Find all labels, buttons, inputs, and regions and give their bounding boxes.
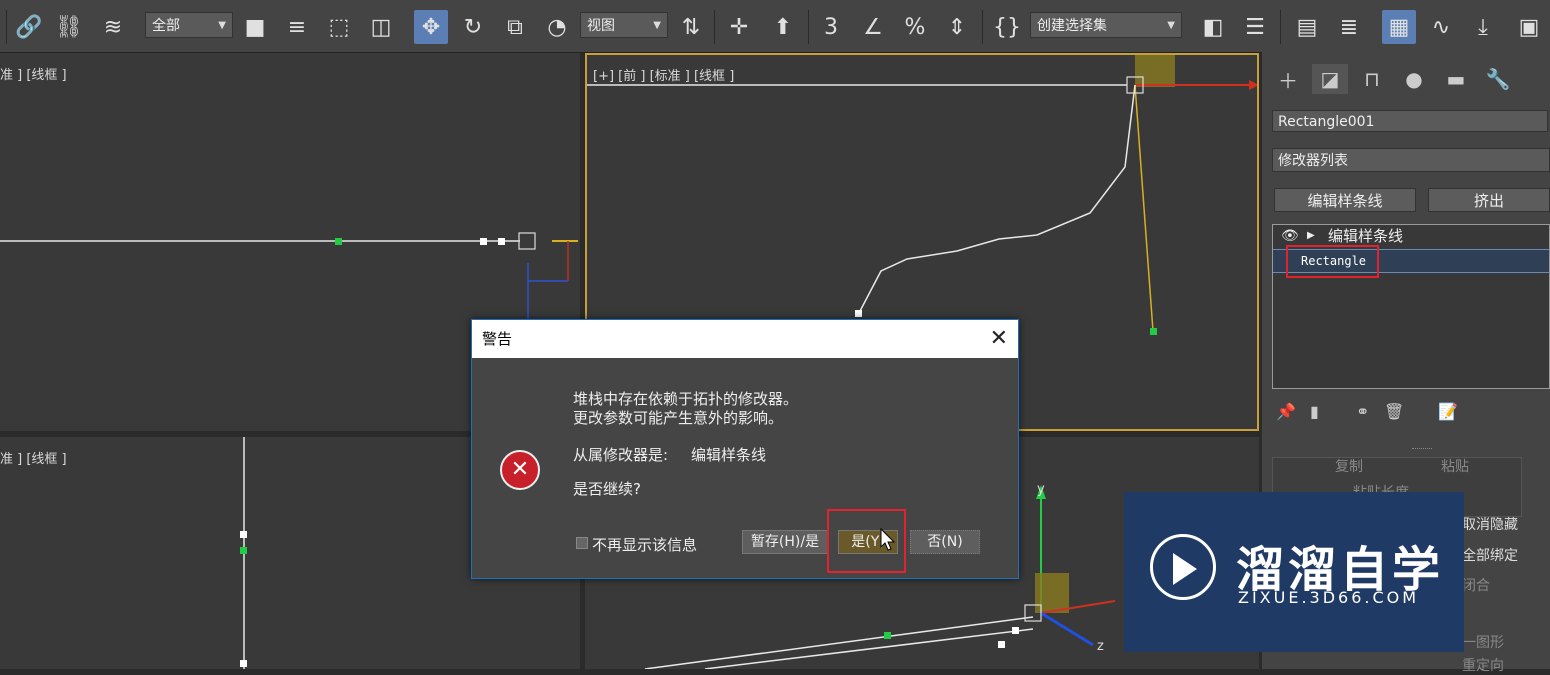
- no-button[interactable]: 否(N): [910, 530, 980, 554]
- schematic-view-icon[interactable]: ⤓: [1466, 10, 1500, 44]
- axis-z-label: z: [1097, 639, 1104, 654]
- display-tab-icon[interactable]: ▬: [1438, 64, 1474, 94]
- utilities-tab-icon[interactable]: 🔧: [1480, 64, 1516, 94]
- mirror-icon[interactable]: ◧: [1196, 10, 1230, 44]
- align-icon[interactable]: ☰: [1238, 10, 1272, 44]
- selection-filter-value: 全部: [152, 18, 180, 34]
- paste-button[interactable]: 粘贴: [1441, 456, 1469, 476]
- continue-question: 是否继续?: [573, 480, 641, 498]
- named-selection-set-dropdown[interactable]: 创建选择集 ▼: [1030, 12, 1182, 38]
- axis-y-label: y: [1037, 482, 1045, 497]
- hierarchy-tab-icon[interactable]: ⊓: [1354, 64, 1390, 94]
- snaps-toggle-label: 3: [824, 14, 838, 40]
- modifier-list-dropdown[interactable]: 修改器列表: [1272, 148, 1550, 172]
- unlink-selection-icon[interactable]: ⛓: [52, 10, 86, 44]
- motion-tab-icon[interactable]: ●: [1396, 64, 1432, 94]
- toolbar-separator: [808, 10, 809, 44]
- reorient-option[interactable]: 重定向: [1462, 655, 1504, 675]
- configure-sets-icon[interactable]: 📝: [1438, 402, 1458, 421]
- chevron-down-icon: ▼: [653, 20, 661, 31]
- percent-snap-icon[interactable]: %: [898, 10, 932, 44]
- copy-button[interactable]: 复制: [1335, 456, 1363, 476]
- rectangular-selection-icon[interactable]: ⬚: [322, 10, 356, 44]
- select-and-rotate-icon[interactable]: ↻: [456, 10, 490, 44]
- stack-item-label: 编辑样条线: [1328, 227, 1404, 245]
- hold-yes-button[interactable]: 暂存(H)/是: [742, 530, 828, 554]
- show-end-result-icon[interactable]: ▮: [1310, 402, 1319, 421]
- material-editor-icon[interactable]: ▣: [1512, 10, 1546, 44]
- angle-snap-icon[interactable]: ∠: [856, 10, 890, 44]
- toolbar-separator: [714, 10, 715, 44]
- mouse-cursor-icon: [880, 528, 896, 551]
- dependent-modifier-label: 从属修改器是:: [573, 446, 669, 464]
- edit-spline-button[interactable]: 编辑样条线: [1274, 188, 1416, 212]
- object-name-value: Rectangle001: [1278, 114, 1375, 130]
- object-name-input[interactable]: Rectangle001: [1272, 110, 1548, 132]
- reference-coordinate-dropdown[interactable]: 视图 ▼: [580, 12, 668, 38]
- snaps-toggle-icon[interactable]: 3: [814, 10, 848, 44]
- extrude-button[interactable]: 挤出: [1428, 188, 1550, 212]
- dialog-titlebar[interactable]: 警告 ✕: [472, 320, 1018, 358]
- watermark-url: ZIXUE.3D66.COM: [1238, 588, 1420, 607]
- panel-resize-grip[interactable]: [1412, 448, 1432, 452]
- select-and-move-icon[interactable]: ✥: [414, 10, 448, 44]
- toolbar-separator: [6, 10, 7, 44]
- watermark: 溜溜自学 ZIXUE.3D66.COM: [1124, 492, 1464, 652]
- place-icon[interactable]: ◔: [540, 10, 574, 44]
- dialog-message-line1: 堆栈中存在依赖于拓扑的修改器。: [573, 390, 799, 408]
- layer-explorer-icon[interactable]: ≣: [1332, 10, 1366, 44]
- dependent-modifier-value: 编辑样条线: [691, 446, 767, 464]
- chevron-down-icon: ▼: [1167, 20, 1175, 31]
- highlight-box-rectangle: [1286, 245, 1379, 278]
- pivot-center-icon[interactable]: ⇅: [674, 10, 708, 44]
- toolbar-separator: [982, 10, 983, 44]
- error-icon: ✕: [500, 450, 540, 490]
- toggle-ribbon-icon[interactable]: ▦: [1382, 10, 1416, 44]
- window-crossing-icon[interactable]: ◫: [364, 10, 398, 44]
- unbind-all-button[interactable]: 全部绑定: [1462, 545, 1518, 565]
- select-and-link-icon[interactable]: 🔗: [12, 10, 46, 44]
- edit-named-selection-icon[interactable]: {}: [990, 10, 1024, 44]
- command-panel-tabs: ＋ ◪ ⊓ ● ▬ 🔧: [1270, 64, 1550, 94]
- chevron-down-icon: ▼: [218, 20, 226, 31]
- bind-to-space-warp-icon[interactable]: ≋: [96, 10, 130, 44]
- unhide-all-button[interactable]: 取消隐藏: [1462, 514, 1518, 534]
- main-toolbar: 🔗 ⛓ ≋ 全部 ▼ ■ ≡ ⬚ ◫ ✥ ↻ ⧉ ◔ 视图 ▼ ⇅ ✛ ⬆ 3 …: [0, 0, 1550, 53]
- modify-tab-icon[interactable]: ◪: [1312, 64, 1348, 94]
- pin-stack-icon[interactable]: 📌: [1276, 402, 1296, 421]
- create-tab-icon[interactable]: ＋: [1270, 64, 1306, 94]
- select-by-name-icon[interactable]: ≡: [280, 10, 314, 44]
- expand-triangle-icon[interactable]: ▶: [1307, 225, 1315, 247]
- curve-editor-icon[interactable]: ∿: [1424, 10, 1458, 44]
- reference-coordinate-value: 视图: [587, 18, 615, 34]
- spinner-snap-icon[interactable]: ⇕: [940, 10, 974, 44]
- keyboard-shortcut-override-icon[interactable]: ⬆: [766, 10, 800, 44]
- selection-filter-dropdown[interactable]: 全部 ▼: [145, 12, 233, 38]
- stack-item-edit-spline[interactable]: 👁 ▶ 编辑样条线: [1273, 225, 1549, 247]
- dont-show-again-checkbox[interactable]: [576, 537, 588, 549]
- select-manipulate-icon[interactable]: ✛: [722, 10, 756, 44]
- select-and-scale-icon[interactable]: ⧉: [498, 10, 532, 44]
- close-button[interactable]: 闭合: [1462, 575, 1490, 595]
- modifier-list-label: 修改器列表: [1278, 153, 1348, 169]
- toolbar-separator: [1280, 10, 1281, 44]
- close-icon[interactable]: ✕: [990, 320, 1008, 358]
- eye-icon[interactable]: 👁: [1281, 225, 1299, 247]
- shape-option[interactable]: 一图形: [1462, 632, 1504, 652]
- make-unique-icon[interactable]: ⚭: [1356, 402, 1369, 421]
- dont-show-again-label[interactable]: 不再显示该信息: [592, 534, 697, 555]
- warning-dialog: 警告 ✕ ✕ 堆栈中存在依赖于拓扑的修改器。 更改参数可能产生意外的影响。 从属…: [471, 319, 1019, 579]
- select-object-icon[interactable]: ■: [238, 10, 272, 44]
- scene-explorer-icon[interactable]: ▤: [1290, 10, 1324, 44]
- remove-modifier-icon[interactable]: 🗑: [1384, 402, 1404, 421]
- play-logo-icon: [1150, 534, 1216, 600]
- dialog-title: 警告: [482, 330, 513, 348]
- named-selection-set-value: 创建选择集: [1037, 18, 1107, 34]
- dialog-message-line2: 更改参数可能产生意外的影响。: [573, 409, 784, 427]
